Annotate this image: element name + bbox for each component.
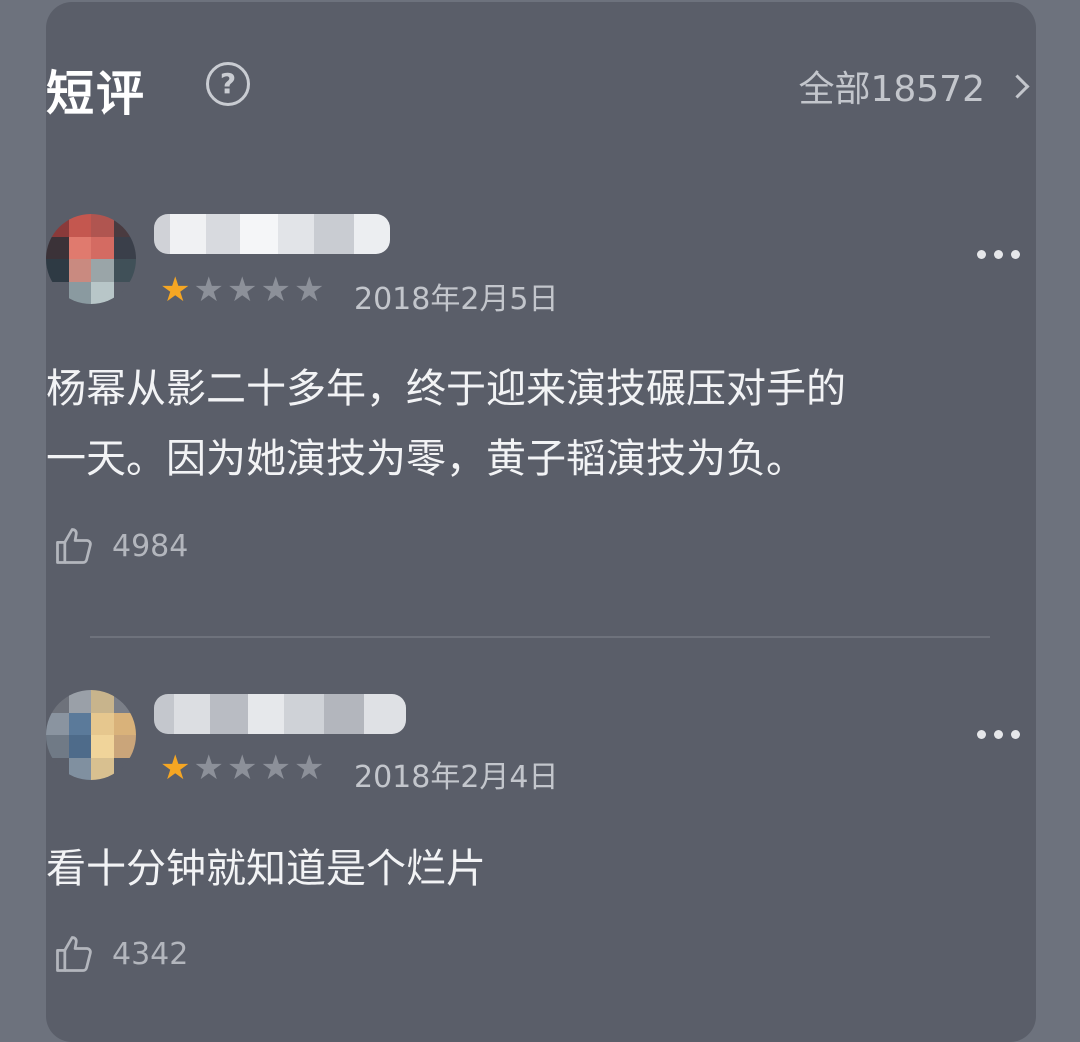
review-content-line: 看十分钟就知道是个烂片 (46, 846, 486, 892)
more-options-icon[interactable] (977, 730, 1020, 739)
star-empty-icon: ★ (226, 748, 258, 788)
like-button[interactable]: 4342 (52, 932, 188, 976)
rating-stars: ★ ★ ★ ★ ★ (160, 750, 324, 786)
thumbs-up-icon (56, 936, 92, 972)
star-empty-icon: ★ (293, 748, 325, 788)
review-content: 看十分钟就知道是个烂片 (46, 834, 1034, 904)
like-count: 4342 (112, 936, 189, 972)
username-blurred[interactable] (154, 694, 406, 734)
star-empty-icon: ★ (260, 748, 291, 788)
avatar[interactable] (46, 690, 136, 780)
review-item: ★ ★ ★ ★ ★ 2018年2月4日 看十分钟就知道是个烂片 4342 (46, 0, 1034, 1017)
star-empty-icon: ★ (193, 748, 224, 788)
review-date: 2018年2月4日 (354, 760, 559, 795)
star-filled-icon: ★ (160, 748, 191, 788)
